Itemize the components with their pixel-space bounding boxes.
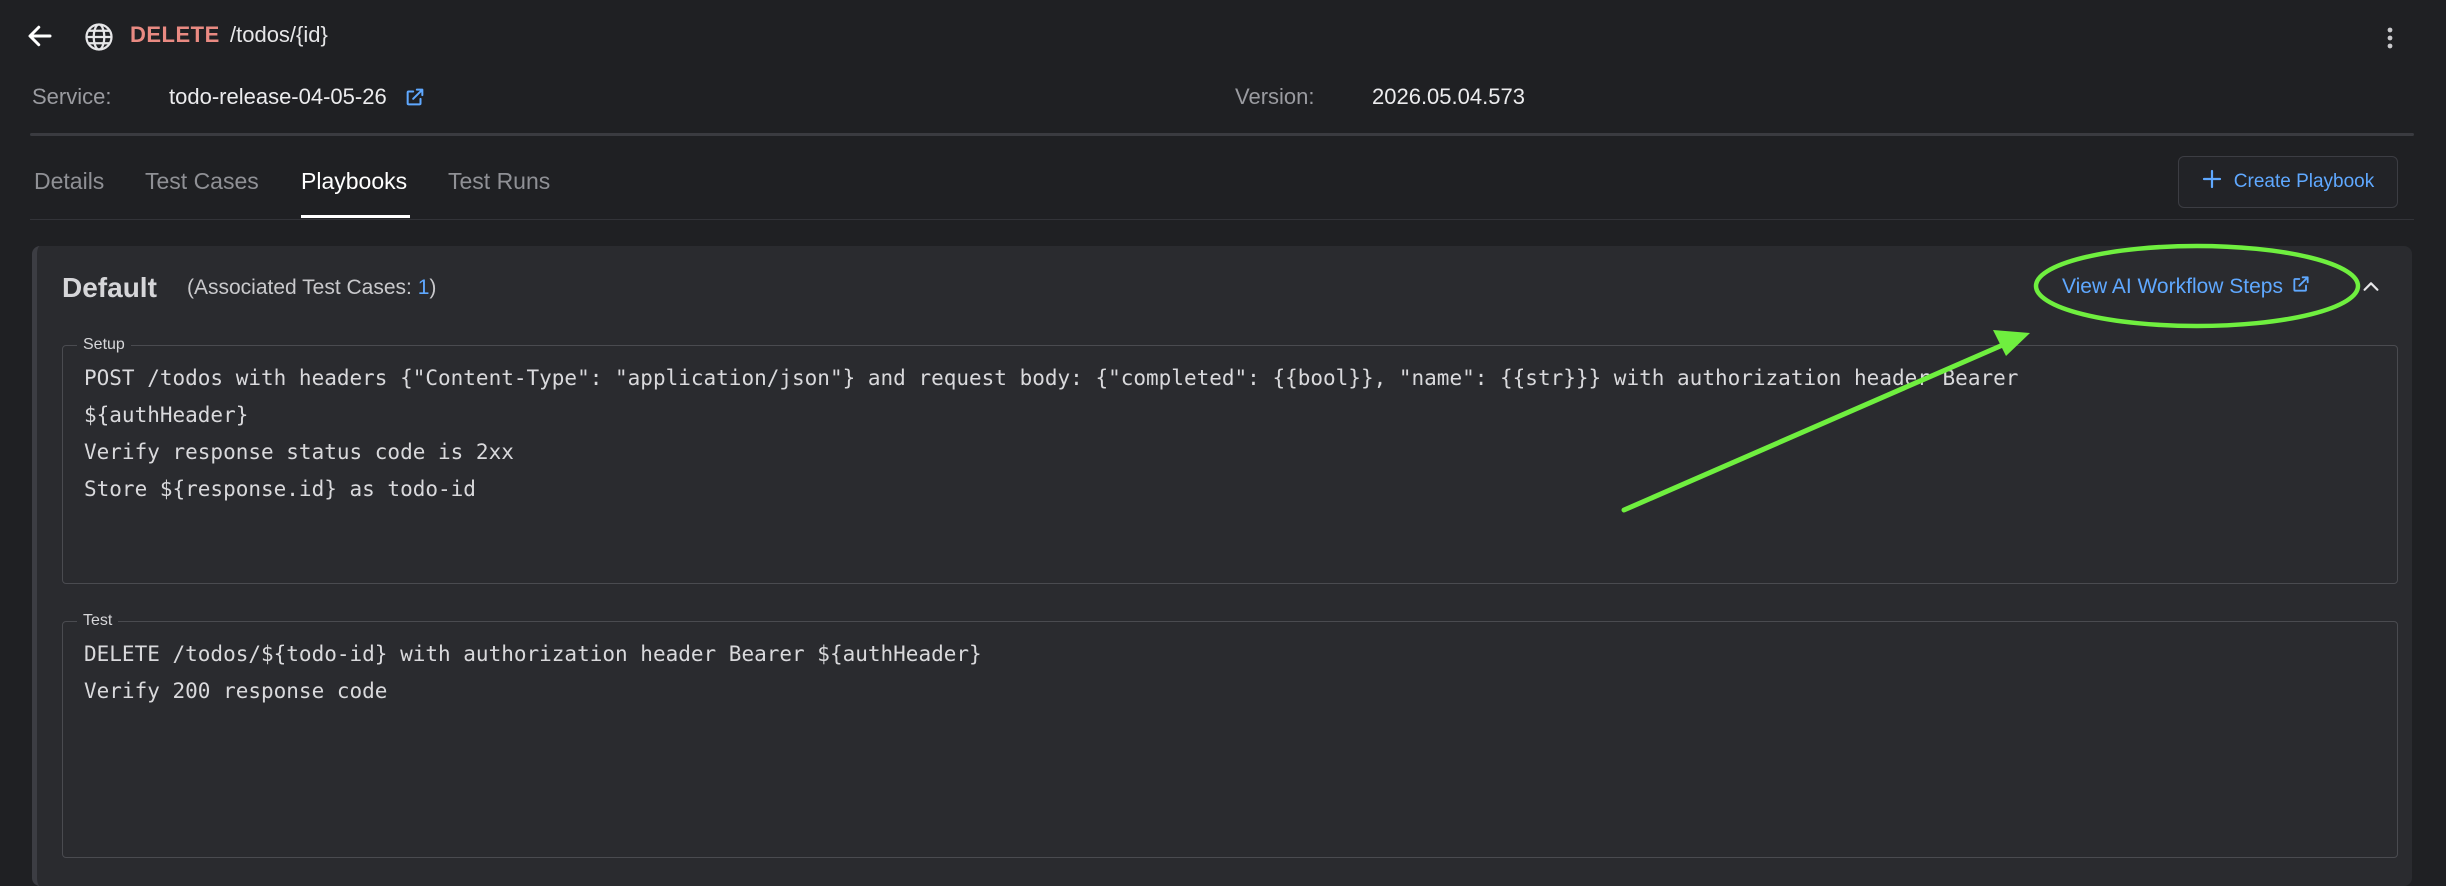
endpoint-path: /todos/{id}: [230, 22, 328, 47]
view-ai-label: View AI Workflow Steps: [2062, 275, 2283, 298]
back-arrow-icon[interactable]: [20, 16, 60, 56]
chevron-up-icon[interactable]: [2356, 272, 2386, 302]
test-line: Verify 200 response code: [84, 679, 388, 703]
test-steps[interactable]: DELETE /todos/${todo-id} with authorizat…: [63, 630, 2397, 710]
associated-test-cases: (Associated Test Cases: 1): [187, 276, 436, 300]
tab-bar: Details Test Cases Playbooks Test Runs: [0, 150, 2446, 222]
setup-steps[interactable]: POST /todos with headers {"Content-Type"…: [63, 354, 2397, 508]
version-value: 2026.05.04.573: [1372, 84, 1525, 109]
create-playbook-label: Create Playbook: [2233, 171, 2375, 192]
tab-test-runs[interactable]: Test Runs: [448, 168, 550, 219]
assoc-count-link[interactable]: 1: [418, 276, 430, 299]
service-external-link-icon[interactable]: [404, 86, 426, 108]
playbook-name: Default: [62, 272, 157, 303]
test-label: Test: [83, 612, 113, 629]
top-bar: DELETE /todos/{id}: [0, 0, 2446, 72]
external-link-icon: [2291, 274, 2311, 300]
setup-line: POST /todos with headers {"Content-Type"…: [84, 366, 2019, 390]
create-playbook-button[interactable]: Create Playbook: [2178, 156, 2398, 208]
tab-test-cases[interactable]: Test Cases: [145, 168, 259, 219]
setup-line: ${authHeader}: [84, 403, 249, 427]
globe-icon: [82, 20, 116, 54]
service-name: todo-release-04-05-26: [169, 84, 387, 109]
test-line: DELETE /todos/${todo-id} with authorizat…: [84, 642, 982, 666]
http-method-badge: DELETE: [130, 22, 220, 47]
header-divider: [30, 133, 2414, 136]
test-section[interactable]: Test DELETE /todos/${todo-id} with autho…: [62, 612, 2398, 858]
setup-label: Setup: [83, 336, 125, 353]
setup-line: Store ${response.id} as todo-id: [84, 477, 476, 501]
assoc-suffix: ): [429, 276, 437, 299]
tabs-divider: [30, 219, 2414, 220]
setup-section[interactable]: Setup POST /todos with headers {"Content…: [62, 336, 2398, 584]
more-vertical-icon[interactable]: [2372, 20, 2408, 56]
view-ai-workflow-steps-link[interactable]: View AI Workflow Steps: [2062, 274, 2311, 300]
active-tab-indicator: [301, 215, 410, 218]
tab-playbooks[interactable]: Playbooks: [301, 168, 407, 219]
tab-details[interactable]: Details: [34, 168, 104, 219]
setup-line: Verify response status code is 2xx: [84, 440, 514, 464]
service-label: Service:: [32, 84, 112, 109]
plus-icon: [2202, 169, 2222, 195]
version-label: Version:: [1235, 84, 1315, 109]
assoc-prefix: (Associated Test Cases:: [187, 276, 418, 299]
